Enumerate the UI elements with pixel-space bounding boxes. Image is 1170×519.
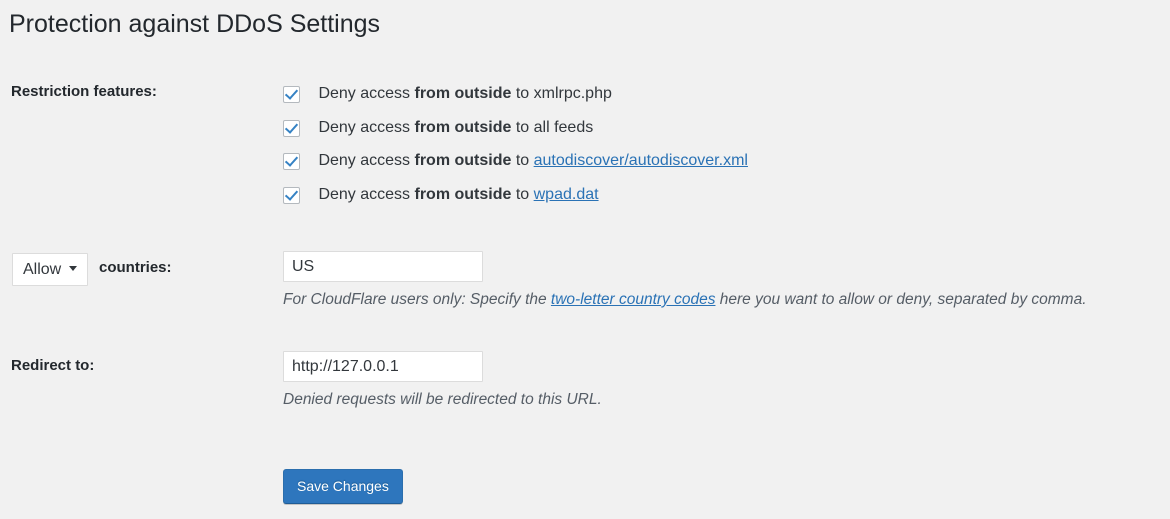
redirect-field-group: Denied requests will be redirected to th…: [283, 351, 602, 410]
checkbox-label-target-link[interactable]: autodiscover/autodiscover.xml: [534, 152, 748, 169]
checkbox-label-strong: from outside: [414, 152, 512, 170]
submit-area: Save Changes: [283, 469, 403, 504]
redirect-label: Redirect to:: [11, 357, 95, 374]
redirect-input[interactable]: [283, 351, 483, 382]
checkbox-label-autodiscover: Deny access from outside to autodiscover…: [318, 150, 748, 172]
checkbox-label-prefix: Deny access: [318, 185, 415, 203]
checkbox-label-strong: from outside: [414, 185, 512, 203]
checkbox-row-xmlrpc[interactable]: Deny access from outside to xmlrpc.php: [283, 83, 748, 117]
checkbox-label-middle: to: [511, 152, 534, 170]
checkbox-row-autodiscover[interactable]: Deny access from outside to autodiscover…: [283, 150, 748, 184]
checkbox-label-xmlrpc: Deny access from outside to xmlrpc.php: [318, 83, 611, 105]
checkbox-all-feeds[interactable]: [283, 119, 300, 137]
checkbox-label-strong: from outside: [414, 85, 512, 102]
checkbox-label-middle: to: [511, 118, 534, 136]
redirect-help-text: Denied requests will be redirected to th…: [283, 391, 602, 408]
countries-input[interactable]: [283, 251, 483, 282]
countries-help-prefix: For CloudFlare users only: Specify the: [283, 291, 551, 308]
restriction-features-checkbox-list: Deny access from outside to xmlrpc.php D…: [283, 83, 748, 217]
checkbox-row-wpad[interactable]: Deny access from outside to wpad.dat: [283, 184, 748, 218]
checkbox-autodiscover[interactable]: [283, 153, 300, 171]
countries-mode-selected-value: Allow: [23, 261, 62, 278]
checkbox-xmlrpc[interactable]: [283, 86, 300, 103]
two-letter-country-codes-link[interactable]: two-letter country codes: [551, 291, 716, 308]
checkbox-row-all-feeds[interactable]: Deny access from outside to all feeds: [283, 117, 748, 151]
countries-mode-select[interactable]: Allow: [12, 253, 88, 286]
countries-label: countries:: [99, 259, 172, 276]
checkbox-label-prefix: Deny access: [318, 118, 415, 136]
save-changes-button[interactable]: Save Changes: [283, 469, 403, 504]
checkbox-label-strong: from outside: [414, 118, 512, 136]
checkbox-wpad[interactable]: [283, 186, 300, 204]
checkbox-label-middle: to: [511, 185, 534, 203]
countries-help-text: For CloudFlare users only: Specify the t…: [283, 290, 1087, 310]
restriction-features-label: Restriction features:: [11, 83, 157, 100]
checkbox-label-all-feeds: Deny access from outside to all feeds: [318, 117, 593, 139]
checkbox-label-prefix: Deny access: [318, 152, 415, 170]
chevron-down-icon: [69, 266, 77, 271]
checkbox-label-target-link[interactable]: wpad.dat: [534, 186, 599, 203]
checkbox-label-prefix: Deny access: [318, 85, 415, 102]
checkbox-label-wpad: Deny access from outside to wpad.dat: [318, 184, 598, 206]
countries-help-suffix: here you want to allow or deny, separate…: [715, 291, 1087, 308]
page-title: Protection against DDoS Settings: [9, 10, 381, 38]
checkbox-label-middle: to: [511, 85, 534, 102]
checkbox-label-target: xmlrpc.php: [533, 85, 612, 102]
countries-field-group: For CloudFlare users only: Specify the t…: [283, 251, 1087, 310]
checkbox-label-target: all feeds: [533, 118, 594, 136]
